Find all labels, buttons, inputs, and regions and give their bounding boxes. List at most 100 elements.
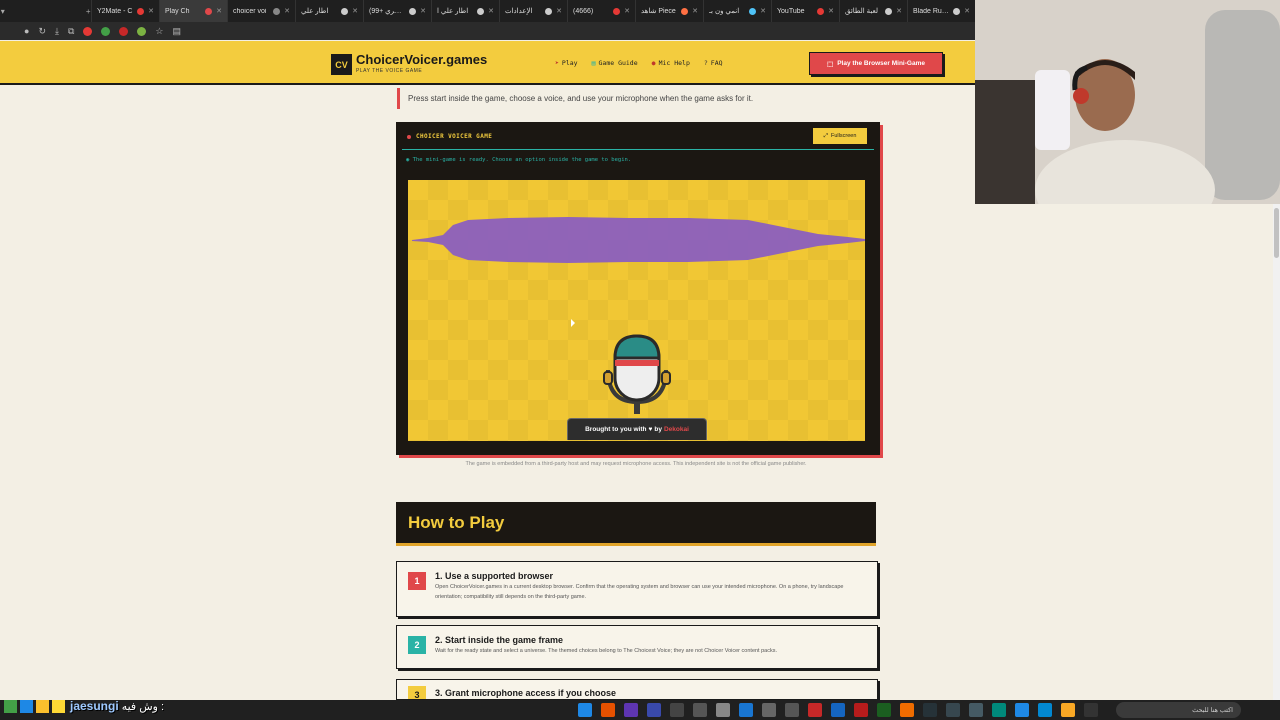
browser-tab[interactable]: choicer voi ✕ (227, 0, 295, 22)
browser-tab[interactable]: اطار علي ا ✕ (431, 0, 499, 22)
tab-favicon-icon (613, 7, 621, 15)
browser-tab[interactable]: انمي ون بـ ✕ (703, 0, 771, 22)
app-icon[interactable] (808, 703, 822, 717)
bookmark-star-icon[interactable]: ☆ (155, 26, 163, 37)
tab-close-icon[interactable]: ✕ (420, 7, 426, 15)
taskbar-search[interactable]: اكتب هنا للبحث (1116, 702, 1241, 718)
tab-close-icon[interactable]: ✕ (556, 7, 562, 15)
step-card: 3 3. Grant microphone access if you choo… (396, 679, 878, 700)
tab-close-icon[interactable]: ✕ (216, 7, 222, 15)
tab-close-icon[interactable]: ✕ (624, 7, 630, 15)
tab-close-icon[interactable]: ✕ (760, 7, 766, 15)
tab-close-icon[interactable]: ✕ (896, 7, 902, 15)
extension-red-icon[interactable] (83, 26, 93, 36)
app-icon[interactable] (785, 703, 799, 717)
extension-icon[interactable]: ⧉ (68, 26, 74, 37)
tab-close-icon[interactable]: ✕ (488, 7, 494, 15)
how-to-play-heading: How to Play (408, 513, 505, 532)
app-icon[interactable] (693, 703, 707, 717)
tab-title: Play Ch (165, 7, 190, 15)
tab-favicon-icon (205, 7, 213, 15)
app-icon[interactable] (1038, 703, 1052, 717)
tab-actions-icon[interactable]: ▾ (0, 7, 6, 16)
game-status-text: The mini-game is ready. Choose an option… (412, 157, 632, 163)
nav-faq[interactable]: ? FAQ (704, 59, 723, 67)
app-icon[interactable] (969, 703, 983, 717)
site-tagline: PLAY THE VOICE GAME (356, 68, 423, 74)
credit-banner[interactable]: Brought to you with ♥ by Dekokai (567, 418, 707, 440)
extension-green-icon[interactable] (101, 26, 111, 36)
browser-tab[interactable]: شاهد Piece ✕ (635, 0, 703, 22)
tab-close-icon[interactable]: ✕ (148, 7, 154, 15)
game-card-header: CHOICER VOICER GAME (407, 133, 492, 140)
main-nav: ➤ Play ▤ Game Guide ● Mic Help ? FAQ (555, 59, 723, 67)
app-icon[interactable] (739, 703, 753, 717)
reading-list-icon[interactable]: ▤ (172, 26, 181, 37)
step-card: 1 1. Use a supported browser Open Choice… (396, 561, 878, 617)
tab-close-icon[interactable]: ✕ (692, 7, 698, 15)
badge-icon (20, 699, 33, 713)
browser-tab[interactable]: اطار علي ✕ (295, 0, 363, 22)
tab-close-icon[interactable]: ✕ (352, 7, 358, 15)
browser-tab[interactable]: YouTube ✕ (771, 0, 839, 22)
app-icon[interactable] (1084, 703, 1098, 717)
browser-tab[interactable]: (شكري +99) ✕ (363, 0, 431, 22)
how-to-play-banner: How to Play (396, 502, 876, 546)
site-logo[interactable]: CV (331, 54, 352, 75)
browser-tab[interactable]: Play Ch ✕ (159, 0, 227, 22)
credit-by: by (654, 426, 662, 433)
browser-tab[interactable]: Y2Mate - C ✕ (91, 0, 159, 22)
app-icon[interactable] (854, 703, 868, 717)
expand-icon: ⤢ (823, 132, 829, 139)
folder-icon[interactable] (1061, 703, 1075, 717)
app-icon[interactable] (716, 703, 730, 717)
app-icon[interactable] (601, 703, 615, 717)
extension-record-icon[interactable] (119, 26, 129, 36)
step-description: Wait for the ready state and select a un… (435, 648, 778, 654)
scrollbar-thumb[interactable] (1274, 208, 1279, 258)
app-icon[interactable] (647, 703, 661, 717)
app-icon[interactable] (877, 703, 891, 717)
step-number: 2 (408, 636, 426, 654)
tab-title: (شكري +99) (369, 8, 405, 15)
back-icon[interactable]: ● (24, 26, 29, 36)
play-mini-game-button[interactable]: ⬚ Play the Browser Mini-Game (809, 52, 943, 75)
browser-tab[interactable]: Blade Runn ✕ (907, 0, 975, 22)
page-scrollbar[interactable] (1273, 204, 1280, 700)
app-icon[interactable] (992, 703, 1006, 717)
app-icon[interactable] (762, 703, 776, 717)
extension-lime-icon[interactable] (137, 26, 147, 36)
tab-favicon-icon (817, 7, 825, 15)
tab-title: choicer voi (233, 7, 267, 15)
nav-play[interactable]: ➤ Play (555, 59, 578, 67)
nav-game-guide-label: Game Guide (598, 59, 638, 67)
app-icon[interactable] (578, 703, 592, 717)
tab-close-icon[interactable]: ✕ (828, 7, 834, 15)
webcam-scene (975, 0, 1280, 204)
browser-tab[interactable]: (4666) ✕ (567, 0, 635, 22)
app-icon[interactable] (831, 703, 845, 717)
app-icon[interactable] (670, 703, 684, 717)
crown-icon (52, 699, 65, 713)
tab-favicon-icon (137, 7, 145, 15)
app-icon[interactable] (1015, 703, 1029, 717)
nav-game-guide[interactable]: ▤ Game Guide (592, 59, 638, 67)
site-title[interactable]: ChoicerVoicer.games (356, 52, 487, 67)
site-header: CV ChoicerVoicer.games PLAY THE VOICE GA… (0, 41, 975, 85)
nav-mic-help[interactable]: ● Mic Help (652, 59, 690, 67)
fullscreen-button[interactable]: ⤢ Fullscreen (813, 128, 867, 144)
download-icon[interactable]: ⤓ (55, 26, 59, 37)
chat-message: وش فيه : (121, 700, 165, 713)
browser-tab[interactable]: الإعدادات ✕ (499, 0, 567, 22)
tab-close-icon[interactable]: ✕ (284, 7, 290, 15)
game-iframe[interactable]: Brought to you with ♥ by Dekokai (408, 180, 865, 441)
app-icon[interactable] (624, 703, 638, 717)
browser-tab[interactable]: لعبة الطائق ✕ (839, 0, 907, 22)
credit-brand[interactable]: Dekokai (664, 426, 689, 433)
chrome-icon[interactable] (900, 703, 914, 717)
reload-icon[interactable]: ↻ (38, 26, 46, 37)
app-icon[interactable] (923, 703, 937, 717)
voice-waveform (412, 217, 865, 263)
tab-close-icon[interactable]: ✕ (964, 7, 970, 15)
app-icon[interactable] (946, 703, 960, 717)
